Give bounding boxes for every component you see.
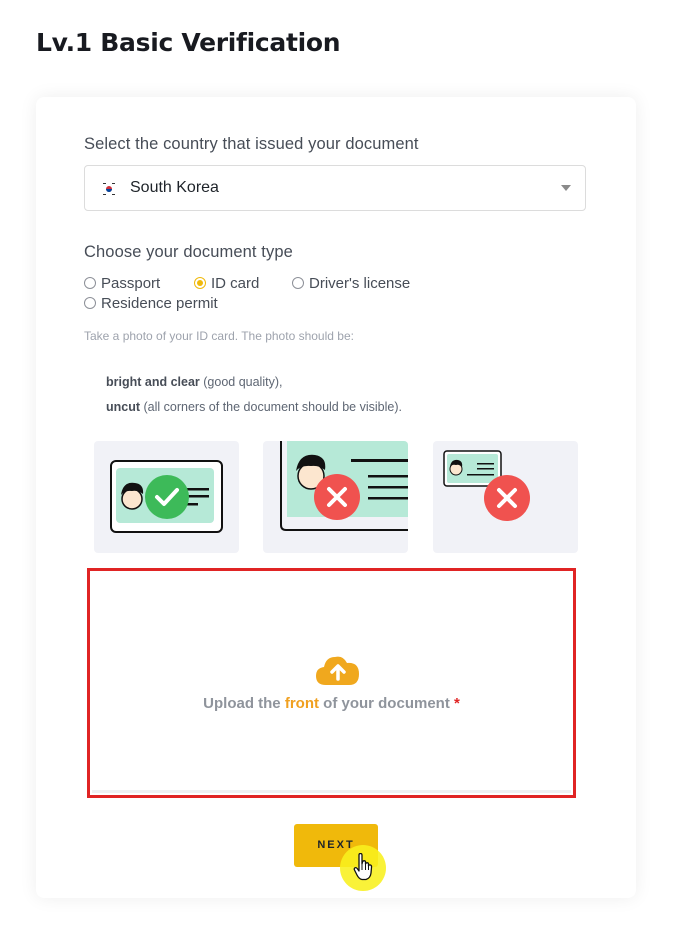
requirement-quality-bold: bright and clear [106,375,200,389]
requirement-quality: bright and clear (good quality), [106,375,282,389]
required-mark: * [453,695,460,712]
radio-drivers-license[interactable]: Driver's license [292,274,410,292]
upload-text-before: Upload the [203,695,285,712]
hand-pointer-icon [353,853,373,881]
radio-label-drivers-license: Driver's license [309,274,411,292]
requirement-uncut-bold: uncut [106,400,141,414]
page-title: Lv.1 Basic Verification [36,28,341,57]
close-icon [314,474,360,520]
example-small-photo [433,441,578,553]
radio-label-passport: Passport [101,274,161,292]
requirement-quality-text: (good quality), [199,375,283,389]
radio-button[interactable] [84,277,96,289]
document-type-label: Choose your document type [84,243,293,261]
radio-label-id-card: ID card [211,274,260,292]
radio-button-checked[interactable] [194,277,206,289]
chevron-down-icon [561,185,571,191]
dropzone-bottom-edge [92,790,571,793]
radio-button[interactable] [292,277,304,289]
radio-button[interactable] [84,297,96,309]
south-korea-flag-icon [102,182,116,196]
radio-label-residence-permit: Residence permit [101,294,218,312]
country-label: Select the country that issued your docu… [84,135,419,153]
country-select[interactable]: South Korea [84,165,586,211]
upload-instruction: Upload the front of your document * [90,695,573,712]
check-icon [145,475,189,519]
cloud-upload-icon [316,656,359,685]
upload-front-dropzone[interactable]: Upload the front of your document * [87,568,576,798]
photo-hint: Take a photo of your ID card. The photo … [84,329,354,343]
example-good-photo [94,441,239,553]
example-cropped-photo [263,441,408,553]
upload-text-after: of your document [318,695,454,712]
requirement-uncut: uncut (all corners of the document shoul… [106,400,402,414]
close-icon [484,475,530,521]
radio-residence-permit[interactable]: Residence permit [84,294,218,312]
radio-id-card[interactable]: ID card [194,274,259,292]
requirement-uncut-text: (all corners of the document should be v… [140,400,402,414]
radio-passport[interactable]: Passport [84,274,160,292]
country-select-value: South Korea [130,179,219,196]
upload-text-accent: front [284,695,319,712]
